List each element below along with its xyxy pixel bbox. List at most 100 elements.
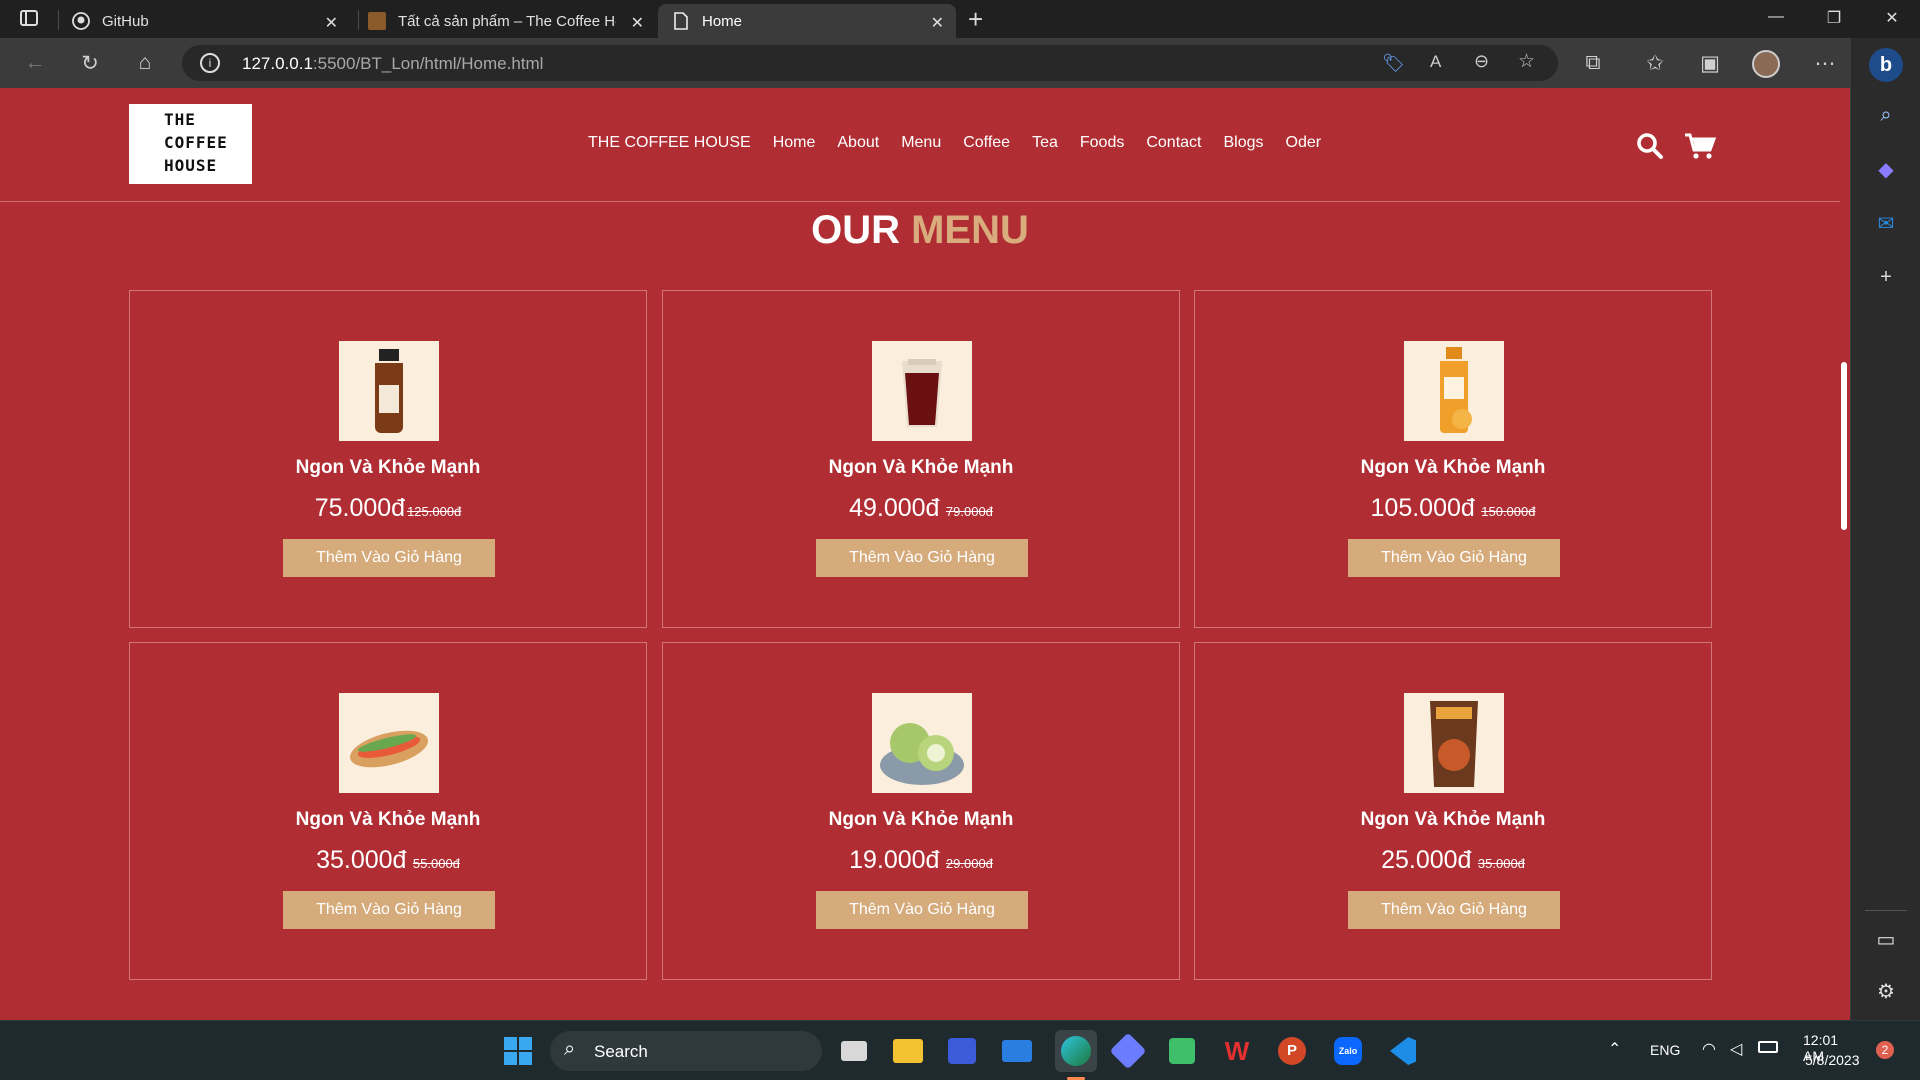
old-price: 125.000đ	[407, 504, 462, 519]
snipping-tool-icon[interactable]	[1166, 1035, 1198, 1067]
nav-about-link[interactable]: About	[837, 134, 879, 152]
windows-start-icon[interactable]	[502, 1035, 534, 1067]
new-tab-button[interactable]: +	[968, 4, 983, 35]
wifi-icon[interactable]: ◠	[1702, 1039, 1716, 1059]
tab-title: Home	[702, 12, 743, 30]
product-price: 19.000đ 29.000đ	[663, 846, 1179, 875]
add-to-cart-button[interactable]: Thêm Vào Giỏ Hàng	[816, 539, 1028, 577]
add-icon[interactable]: +	[1873, 264, 1899, 290]
add-to-cart-button[interactable]: Thêm Vào Giỏ Hàng	[283, 891, 495, 929]
site-logo[interactable]: THE COFFEE HOUSE	[129, 104, 252, 184]
logo-line: THE	[164, 110, 196, 129]
copilot-icon[interactable]: ◆	[1873, 156, 1899, 182]
language-indicator[interactable]: ENG	[1650, 1042, 1680, 1058]
current-price: 35.000đ	[316, 846, 407, 874]
tab-github[interactable]: GitHub ✕	[72, 4, 350, 38]
product-card: Ngon Và Khỏe Mạnh 75.000đ 125.000đ Thêm V…	[129, 290, 647, 628]
tab-coffee-products[interactable]: Tất cả sản phẩm – The Coffee Ho ✕	[368, 4, 656, 38]
site-info-icon[interactable]: i	[200, 53, 220, 73]
nav-home-link[interactable]: Home	[773, 134, 816, 152]
notes-app-icon[interactable]	[946, 1035, 978, 1067]
read-aloud-icon[interactable]: A	[1430, 52, 1441, 72]
search-icon[interactable]	[1636, 132, 1664, 160]
tab-actions-icon[interactable]	[20, 10, 38, 26]
add-to-cart-button[interactable]: Thêm Vào Giỏ Hàng	[816, 891, 1028, 929]
logo-line: HOUSE	[164, 156, 218, 175]
add-to-cart-button[interactable]: Thêm Vào Giỏ Hàng	[1348, 539, 1560, 577]
nav-blogs-link[interactable]: Blogs	[1223, 134, 1263, 152]
nav-contact-link[interactable]: Contact	[1146, 134, 1201, 152]
product-price: 75.000đ 125.000đ	[130, 494, 646, 523]
minimize-icon[interactable]: —	[1766, 8, 1786, 26]
mail-icon[interactable]	[1001, 1035, 1033, 1067]
nav-coffee-link[interactable]: Coffee	[963, 134, 1010, 152]
notification-badge[interactable]: 2	[1876, 1041, 1894, 1059]
zalo-icon[interactable]: Zalo	[1332, 1035, 1364, 1067]
product-image-iced-tea[interactable]	[872, 341, 972, 441]
add-to-cart-button[interactable]: Thêm Vào Giỏ Hàng	[283, 539, 495, 577]
outlook-icon[interactable]: ✉	[1873, 210, 1899, 236]
settings-gear-icon[interactable]: ⚙	[1873, 978, 1899, 1004]
close-icon[interactable]: ✕	[325, 13, 338, 33]
product-image-orange-bottle[interactable]	[1404, 341, 1504, 441]
edge-browser-icon[interactable]	[1055, 1030, 1097, 1072]
volume-icon[interactable]: ◁	[1730, 1039, 1742, 1059]
hide-sidebar-icon[interactable]: ▭	[1873, 926, 1899, 952]
product-name: Ngon Và Khỏe Mạnh	[1360, 809, 1546, 830]
nav-tea-link[interactable]: Tea	[1032, 134, 1058, 152]
product-name: Ngon Và Khỏe Mạnh	[295, 809, 481, 830]
nav-foods-link[interactable]: Foods	[1080, 134, 1124, 152]
nav-menu-link[interactable]: Menu	[901, 134, 941, 152]
file-explorer-icon[interactable]	[892, 1035, 924, 1067]
clock-date[interactable]: 5/8/2023	[1805, 1052, 1860, 1068]
refresh-icon[interactable]: ↻	[77, 50, 103, 76]
product-name: Ngon Và Khỏe Mạnh	[828, 809, 1014, 830]
zoom-out-icon[interactable]: ⊖	[1474, 51, 1489, 72]
tab-title: Tất cả sản phẩm – The Coffee Ho	[398, 12, 616, 30]
coupon-tag-icon[interactable]: 🏷	[1382, 53, 1405, 74]
copilot-app-icon[interactable]	[1109, 1032, 1147, 1070]
chevron-up-icon[interactable]: ⌃	[1608, 1039, 1621, 1059]
home-icon[interactable]: ⌂	[132, 50, 158, 76]
bing-copilot-icon[interactable]: b	[1869, 48, 1903, 82]
product-image-green-cakes[interactable]	[872, 693, 972, 793]
product-name: Ngon Và Khỏe Mạnh	[295, 457, 481, 478]
product-card: Ngon Và Khỏe Mạnh 35.000đ 55.000đ Thêm V…	[129, 642, 647, 980]
vscode-icon[interactable]	[1387, 1035, 1419, 1067]
battery-icon[interactable]	[1758, 1041, 1778, 1053]
product-image-snack-bag[interactable]	[1404, 693, 1504, 793]
powerpoint-icon[interactable]: P	[1276, 1035, 1308, 1067]
web-page: THE COFFEE HOUSE THE COFFEE HOUSE Home A…	[0, 88, 1850, 1020]
favorites-icon[interactable]: ✩	[1642, 50, 1668, 76]
close-icon[interactable]: ✕	[931, 13, 944, 33]
product-image-bottle[interactable]	[339, 341, 439, 441]
nav-brand-link[interactable]: THE COFFEE HOUSE	[588, 134, 751, 152]
old-price: 35.000đ	[1477, 856, 1525, 871]
collections-icon[interactable]: ▣	[1697, 50, 1723, 76]
site-header: THE COFFEE HOUSE THE COFFEE HOUSE Home A…	[0, 88, 1840, 202]
nav-order-link[interactable]: Oder	[1286, 134, 1322, 152]
close-icon[interactable]: ✕	[631, 13, 644, 33]
cart-icon[interactable]	[1684, 132, 1716, 160]
old-price: 150.000đ	[1481, 504, 1536, 519]
product-image-banh-mi[interactable]	[339, 693, 439, 793]
tab-home[interactable]: Home ✕	[658, 4, 956, 38]
task-view-icon[interactable]	[838, 1035, 870, 1067]
search-icon[interactable]: ⌕	[1873, 102, 1899, 128]
add-to-cart-button[interactable]: Thêm Vào Giỏ Hàng	[1348, 891, 1560, 929]
address-bar[interactable]: i 127.0.0.1:5500/BT_Lon/html/Home.html 🏷…	[182, 45, 1558, 81]
scrollbar-thumb[interactable]	[1841, 362, 1847, 530]
more-options-icon[interactable]: ⋯	[1812, 50, 1838, 76]
current-price: 75.000đ	[314, 494, 406, 522]
window-close-icon[interactable]: ✕	[1882, 8, 1902, 28]
add-favorite-icon[interactable]: ☆	[1518, 50, 1535, 73]
url-text[interactable]: 127.0.0.1:5500/BT_Lon/html/Home.html	[242, 54, 543, 74]
taskbar-search[interactable]: ⌕ Search	[550, 1031, 822, 1071]
search-icon: ⌕	[564, 1038, 576, 1060]
extensions-icon[interactable]: ⧉	[1580, 50, 1606, 76]
product-card: Ngon Và Khỏe Mạnh 25.000đ 35.000đ Thêm V…	[1194, 642, 1712, 980]
avatar[interactable]	[1752, 50, 1780, 78]
wps-office-icon[interactable]: W	[1221, 1035, 1253, 1067]
back-icon[interactable]: ←	[22, 50, 48, 76]
restore-icon[interactable]: ❐	[1824, 8, 1844, 28]
